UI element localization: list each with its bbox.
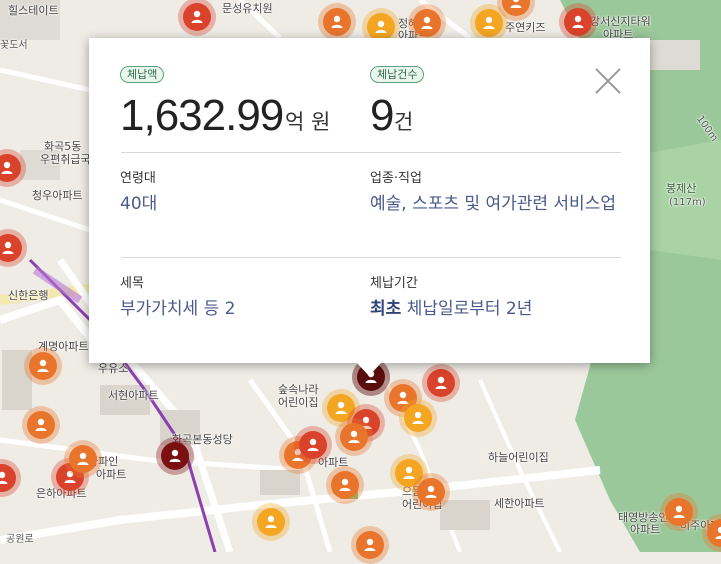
person-icon — [305, 437, 321, 453]
map-label: 화곡5동 — [44, 140, 82, 153]
map-marker[interactable] — [0, 459, 21, 497]
map-label: 숲속나라 — [278, 383, 319, 396]
person-icon — [570, 14, 586, 30]
map-label: 세한아파트 — [494, 497, 545, 510]
person-icon — [35, 358, 51, 374]
map-label: 청우아파트 — [32, 189, 83, 202]
tax-value: 부가가치세 등 2 — [120, 299, 236, 319]
person-icon — [189, 9, 205, 25]
map-label: 강서신지타워 — [590, 15, 651, 28]
amount-value: 1,632.99 — [120, 91, 284, 140]
person-icon — [481, 15, 497, 31]
divider — [121, 152, 621, 153]
close-icon[interactable] — [595, 68, 621, 94]
map-marker[interactable] — [470, 4, 508, 42]
map-label: 아파트 — [96, 468, 127, 481]
map-marker[interactable] — [64, 440, 102, 478]
person-icon — [401, 465, 417, 481]
map-marker[interactable] — [22, 406, 60, 444]
map-label: 신한은행 — [8, 289, 49, 302]
map-label: 우편취급국 — [40, 153, 91, 166]
person-icon — [508, 0, 524, 10]
person-icon — [713, 525, 721, 541]
count-unit: 건 — [394, 110, 414, 134]
count-badge: 체납건수 — [370, 66, 425, 83]
job-value: 예술, 스포츠 및 여가관련 서비스업 — [370, 194, 616, 214]
person-icon — [410, 410, 426, 426]
map-marker[interactable] — [335, 418, 373, 456]
period-prefix: 최초 — [370, 299, 402, 319]
map-marker[interactable] — [408, 4, 446, 42]
map-marker[interactable] — [660, 493, 698, 531]
map-marker[interactable] — [399, 399, 437, 437]
map-marker[interactable] — [0, 149, 26, 187]
map-marker[interactable] — [351, 526, 389, 564]
period-value: 최초 체납일로부터 2년 — [370, 296, 532, 322]
map-label: 서현아파트 — [108, 389, 159, 402]
map-marker[interactable] — [294, 426, 332, 464]
map-marker[interactable] — [702, 514, 721, 552]
period-text: 체납일로부터 2년 — [406, 299, 533, 319]
person-icon — [333, 400, 349, 416]
map-marker[interactable] — [178, 0, 216, 36]
person-icon — [167, 448, 183, 464]
person-icon — [419, 15, 435, 31]
age-value: 40대 — [120, 194, 158, 214]
popup-pointer — [357, 363, 381, 376]
map-marker[interactable] — [412, 473, 450, 511]
map-label: (117m) — [669, 197, 706, 208]
map-label: 공원로 — [6, 534, 34, 545]
map-label: 우유소 — [98, 362, 129, 375]
map-marker[interactable] — [422, 364, 460, 402]
map-label: 꽃도서 — [0, 40, 28, 51]
count-value: 9 — [370, 91, 395, 140]
map-marker[interactable] — [24, 347, 62, 385]
person-icon — [423, 484, 439, 500]
map-marker[interactable] — [326, 466, 364, 504]
map-label: 하늘어린이집 — [488, 451, 549, 464]
map-marker[interactable] — [0, 229, 27, 267]
job-label: 업종·직업 — [370, 171, 422, 186]
map-label: 문성유치원 — [222, 2, 273, 15]
person-icon — [671, 504, 687, 520]
person-icon — [362, 537, 378, 553]
map-marker[interactable] — [559, 3, 597, 41]
person-icon — [263, 514, 279, 530]
map-marker[interactable] — [252, 503, 290, 541]
person-icon — [0, 240, 16, 256]
person-icon — [337, 477, 353, 493]
divider — [121, 257, 621, 258]
amount-unit: 억 원 — [285, 110, 331, 134]
tax-label: 세목 — [120, 276, 144, 291]
map-label: 봉제산 — [666, 182, 697, 195]
person-icon — [433, 375, 449, 391]
amount-badge: 체납액 — [120, 66, 165, 83]
map-marker[interactable] — [156, 437, 194, 475]
map-label: 어린이집 — [278, 396, 319, 409]
map-marker[interactable] — [497, 0, 535, 21]
person-icon — [0, 160, 15, 176]
period-label: 체납기간 — [370, 276, 418, 291]
map-label: 힐스테이트 — [8, 4, 59, 17]
person-icon — [346, 429, 362, 445]
person-icon — [329, 14, 345, 30]
person-icon — [33, 417, 49, 433]
map-label: 아파트 — [630, 523, 661, 536]
map-marker[interactable] — [362, 8, 400, 46]
person-icon — [75, 451, 91, 467]
person-icon — [373, 19, 389, 35]
person-icon — [0, 470, 10, 486]
map-marker[interactable] — [318, 3, 356, 41]
info-popup: 체납액 1,632.99 억 원 체납건수 9 건 연령대 40대 업종·직업 … — [89, 38, 650, 376]
age-label: 연령대 — [120, 171, 156, 186]
map-label: 주연키즈 — [505, 21, 546, 34]
